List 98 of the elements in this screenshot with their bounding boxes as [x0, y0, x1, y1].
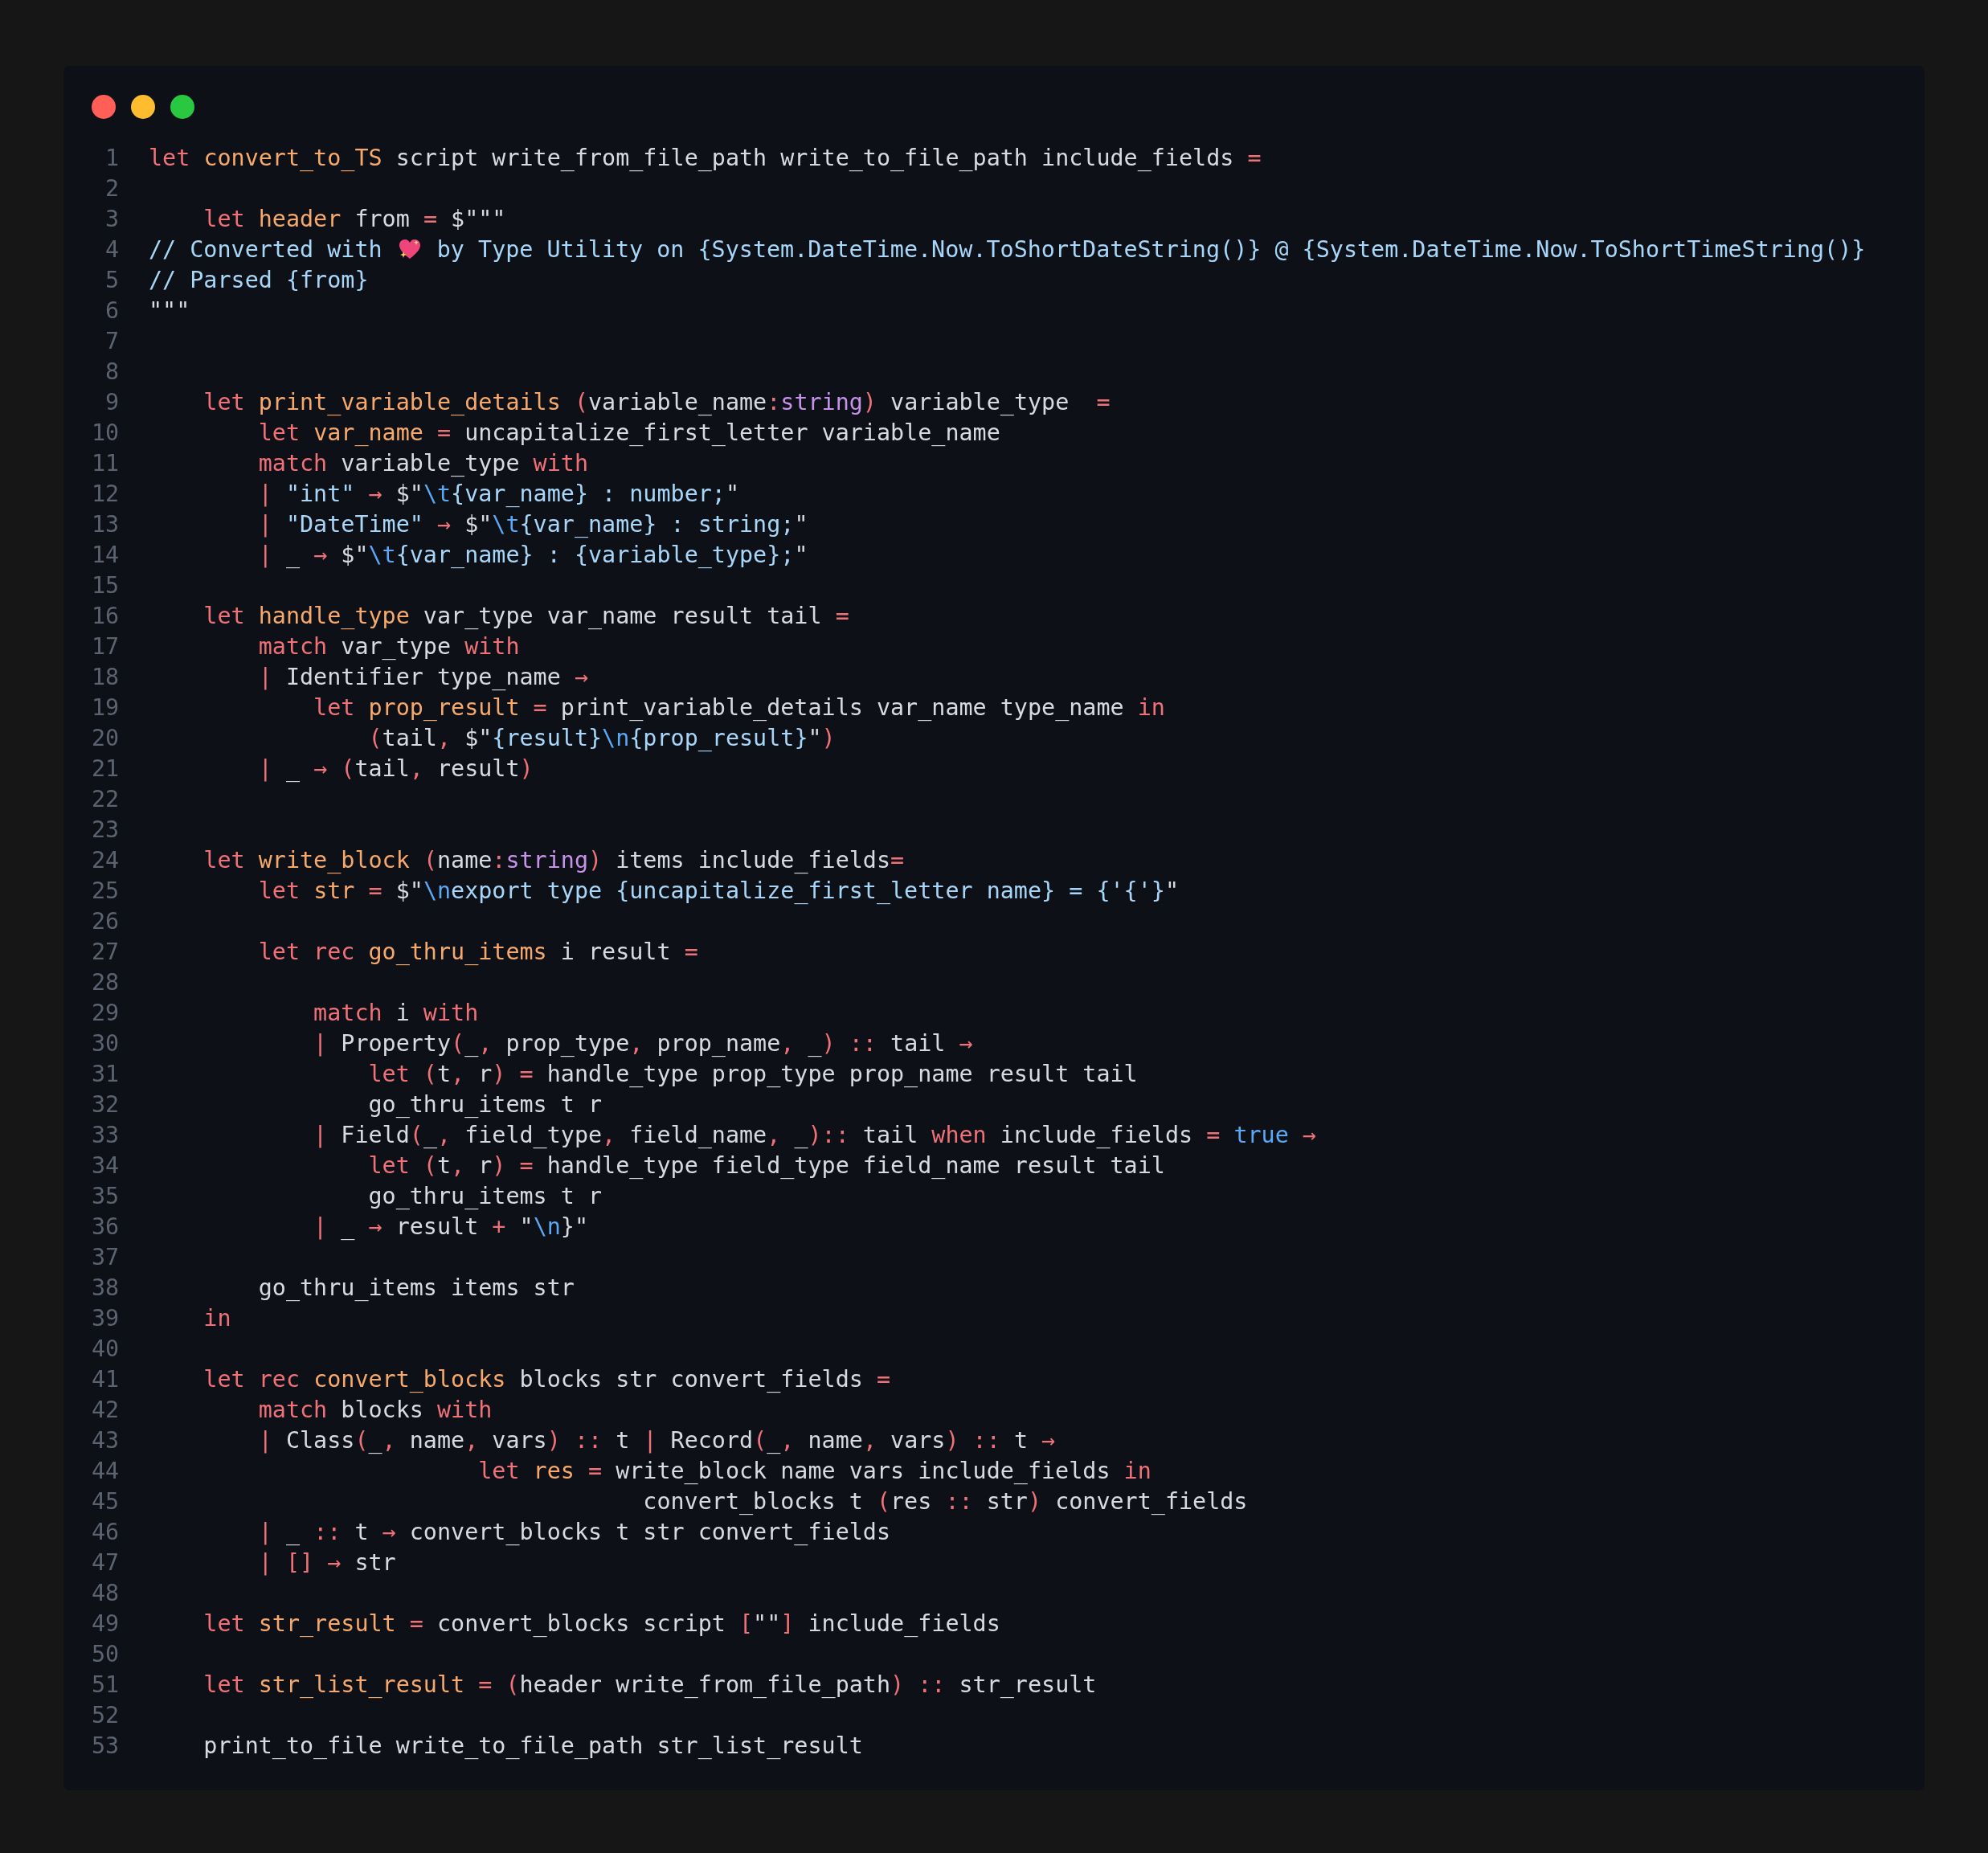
line-number: 51	[92, 1671, 119, 1698]
line-number: 47	[92, 1548, 119, 1576]
line-number: 31	[92, 1060, 119, 1087]
code-text: | Identifier type_name →	[257, 663, 588, 690]
line-number: 4	[104, 235, 119, 263]
code-text: let str_list_result = (header write_from_file_path) :: str_result	[202, 1671, 1097, 1698]
code-text: let rec convert_blocks blocks str convert_fields =	[202, 1365, 891, 1393]
code-text: go_thru_items t r	[367, 1090, 603, 1118]
code-text: let res = write_block name vars include_fields in	[477, 1457, 1151, 1484]
code-text: let (t, r) = handle_type prop_type prop_name result tail	[367, 1060, 1138, 1087]
line-number: 43	[92, 1426, 119, 1454]
code-text: | "DateTime" → $"\t{var_name} : string;"	[257, 510, 808, 538]
code-text: let handle_type var_type var_name result tail =	[202, 602, 849, 629]
code-text: match i with	[313, 999, 479, 1026]
line-number: 8	[104, 358, 119, 385]
line-number: 52	[92, 1701, 119, 1728]
line-number: 42	[92, 1396, 119, 1423]
code-text: convert_blocks t (res :: str) convert_fields	[642, 1487, 1248, 1515]
heart-icon	[397, 238, 422, 260]
code-text: | [] → str	[257, 1548, 396, 1576]
code-text: let convert_to_TS script write_from_file_path write_to_file_path include_fields =	[149, 144, 1262, 171]
code-text: | _ → (tail, result)	[257, 755, 534, 782]
line-number: 45	[92, 1487, 119, 1515]
line-number: 32	[92, 1090, 119, 1118]
code-text: match variable_type with	[257, 449, 588, 477]
line-number: 38	[92, 1274, 119, 1301]
code-text: | Field(_, field_type, field_name, _):: tail when include_fields = true →	[313, 1121, 1316, 1148]
line-number: 44	[92, 1457, 119, 1484]
line-number: 24	[92, 846, 119, 873]
line-number: 10	[92, 419, 119, 446]
line-number: 36	[92, 1213, 119, 1240]
line-number: 27	[92, 938, 119, 965]
code-text: | _ → $"\t{var_name} : {variable_type};"	[257, 541, 808, 568]
code-text: by Type Utility on {System.DateTime.Now.ToShortDateString()} @ {System.DateTime.Now.ToShortTimeString()}	[436, 235, 1866, 263]
line-number: 11	[92, 449, 119, 477]
code-text: go_thru_items t r	[367, 1182, 603, 1209]
line-number: 22	[92, 785, 119, 812]
line-number: 12	[92, 480, 119, 507]
code-text: let str = $"\nexport type {uncapitalize_first_letter name} = {'{'}"	[257, 877, 1179, 904]
line-number: 18	[92, 663, 119, 690]
close-button[interactable]	[92, 95, 116, 119]
line-number: 16	[92, 602, 119, 629]
line-number: 48	[92, 1579, 119, 1606]
line-number: 50	[92, 1640, 119, 1667]
minimize-button[interactable]	[131, 95, 155, 119]
code-text: | Property(_, prop_type, prop_name, _) :: tail →	[313, 1029, 973, 1057]
code-text: | Class(_, name, vars) :: t | Record(_, name, vars) :: t →	[257, 1426, 1056, 1454]
line-number: 33	[92, 1121, 119, 1148]
code-text: let var_name = uncapitalize_first_letter variable_name	[257, 419, 1000, 446]
code-text: match blocks with	[257, 1396, 493, 1423]
code-text: let rec go_thru_items i result =	[257, 938, 698, 965]
code-text: let print_variable_details (variable_name:string) variable_type =	[202, 388, 1111, 415]
line-number: 5	[104, 266, 119, 293]
line-number: 37	[92, 1243, 119, 1270]
line-number: 39	[92, 1304, 119, 1331]
line-number: 29	[92, 999, 119, 1026]
line-number: 13	[92, 510, 119, 538]
code-text: let (t, r) = handle_type field_type field_name result tail	[367, 1151, 1165, 1179]
line-number: 3	[104, 205, 119, 232]
line-number: 26	[92, 907, 119, 935]
line-number: 14	[92, 541, 119, 568]
line-number: 6	[104, 297, 119, 324]
code-text: | _ → result + "\n}"	[313, 1213, 588, 1240]
line-number: 9	[104, 388, 119, 415]
line-number: 15	[92, 571, 119, 599]
code-text: let write_block (name:string) items include_fields=	[202, 846, 905, 873]
line-number: 1	[104, 144, 119, 171]
line-number: 53	[92, 1732, 119, 1759]
code-text: go_thru_items items str	[257, 1274, 575, 1301]
code-text: print_to_file write_to_file_path str_list_result	[202, 1732, 863, 1759]
code-text: let str_result = convert_blocks script [""] include_fields	[202, 1610, 1000, 1637]
line-number: 20	[92, 724, 119, 751]
line-number: 49	[92, 1610, 119, 1637]
code-text: | _ :: t → convert_blocks t str convert_fields	[257, 1518, 891, 1545]
line-number: 17	[92, 632, 119, 660]
line-number: 35	[92, 1182, 119, 1209]
line-number: 19	[92, 693, 119, 721]
line-number: 30	[92, 1029, 119, 1057]
code-text: // Converted with	[149, 235, 383, 263]
line-number: 2	[104, 174, 119, 202]
code-text: let header from = $"""	[202, 205, 506, 232]
code-text: // Parsed {from}	[149, 266, 369, 293]
code-text: | "int" → $"\t{var_name} : number;"	[257, 480, 739, 507]
code-text: let prop_result = print_variable_details var_name type_name in	[313, 693, 1165, 721]
line-number: 21	[92, 755, 119, 782]
code-text: in	[202, 1304, 231, 1331]
code-text: (tail, $"{result}\n{prop_result}")	[367, 724, 836, 751]
line-number: 28	[92, 968, 119, 996]
line-number: 7	[104, 327, 119, 354]
line-number: 25	[92, 877, 119, 904]
code-text: """	[149, 297, 190, 324]
line-number: 23	[92, 816, 119, 843]
line-number: 46	[92, 1518, 119, 1545]
line-number: 41	[92, 1365, 119, 1393]
line-number: 40	[92, 1335, 119, 1362]
zoom-button[interactable]	[170, 95, 194, 119]
code-text: match var_type with	[257, 632, 520, 660]
line-number: 34	[92, 1151, 119, 1179]
